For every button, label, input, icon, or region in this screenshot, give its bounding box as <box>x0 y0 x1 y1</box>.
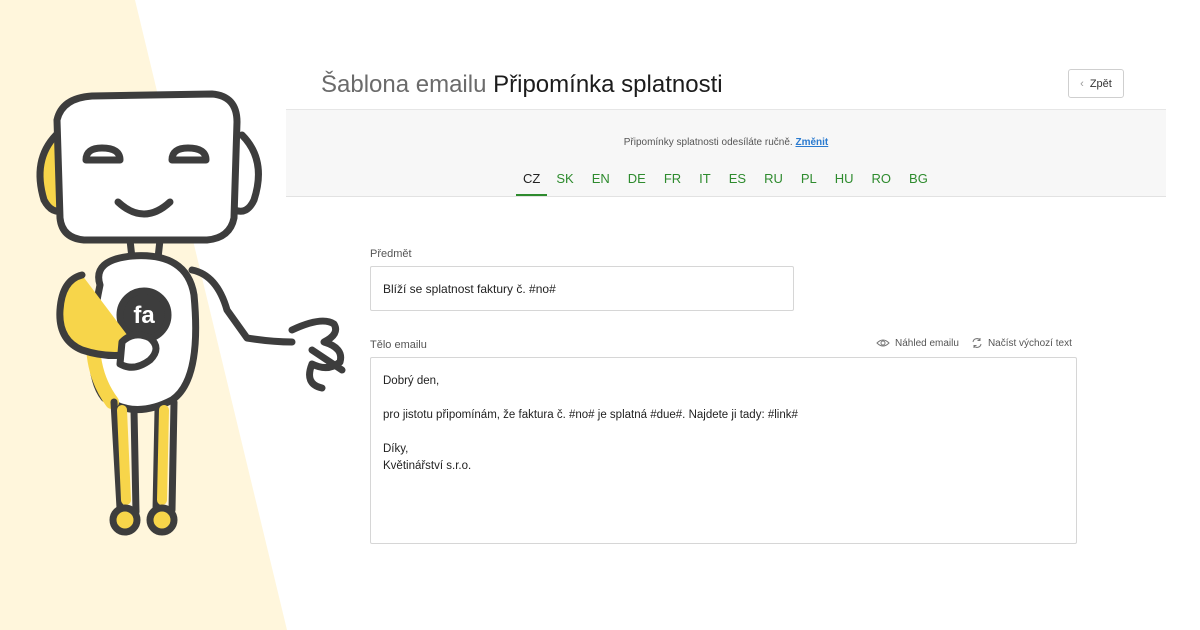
eye-icon <box>876 339 890 347</box>
tab-language-hu[interactable]: HU <box>826 170 863 196</box>
email-body-line: Díky, <box>383 443 409 455</box>
refresh-icon <box>972 338 982 348</box>
subject-label: Předmět <box>370 248 412 260</box>
tab-language-ro[interactable]: RO <box>863 170 901 196</box>
reminder-notice: Připomínky splatnosti odesíláte ručně. Z… <box>286 137 1166 148</box>
chevron-left-icon: ‹ <box>1080 77 1084 90</box>
tab-language-pl[interactable]: PL <box>792 170 826 196</box>
page-title-prefix: Šablona emailu <box>321 71 487 98</box>
tab-language-bg[interactable]: BG <box>900 170 937 196</box>
tab-language-en[interactable]: EN <box>583 170 619 196</box>
tab-language-de[interactable]: DE <box>619 170 655 196</box>
tab-language-cz[interactable]: CZ <box>516 170 548 196</box>
body-label: Tělo emailu <box>370 339 427 351</box>
back-button-label: Zpět <box>1089 77 1112 90</box>
email-body-line: Květinářství s.r.o. <box>383 460 472 472</box>
email-body-line: pro jistotu připomínám, že faktura č. #n… <box>383 409 798 421</box>
body-actions: Náhled emailu Načíst výchozí text <box>876 337 1072 349</box>
robot-mascot-illustration: fa <box>36 90 346 536</box>
email-body-line: Dobrý den, <box>383 375 440 387</box>
email-body-textarea[interactable]: Dobrý den, pro jistotu připomínám, že fak… <box>370 357 1077 544</box>
tab-language-fr[interactable]: FR <box>655 170 690 196</box>
tab-language-it[interactable]: IT <box>690 170 720 196</box>
load-default-text-button[interactable]: Načíst výchozí text <box>971 337 1072 349</box>
preview-email-button[interactable]: Náhled emailu <box>876 338 959 349</box>
page-title: Šablona emailu Připomínka splatnosti <box>321 70 723 100</box>
tab-language-es[interactable]: ES <box>720 170 755 196</box>
preview-email-label: Náhled emailu <box>895 337 959 349</box>
svg-text:fa: fa <box>133 302 155 329</box>
subject-input[interactable]: Blíží se splatnost faktury č. #no# <box>370 266 794 311</box>
subject-value: Blíží se splatnost faktury č. #no# <box>383 281 556 296</box>
tab-language-sk[interactable]: SK <box>547 170 582 196</box>
language-tabs: CZ SK EN DE FR IT ES RU PL HU RO BG <box>516 170 937 196</box>
change-link[interactable]: Změnit <box>795 137 828 148</box>
back-button[interactable]: ‹ Zpět <box>1068 69 1124 98</box>
page-title-main: Připomínka splatnosti <box>493 71 723 98</box>
reminder-notice-text: Připomínky splatnosti odesíláte ručně. <box>623 137 793 148</box>
tab-language-ru[interactable]: RU <box>755 170 792 196</box>
load-default-text-label: Načíst výchozí text <box>987 337 1072 349</box>
